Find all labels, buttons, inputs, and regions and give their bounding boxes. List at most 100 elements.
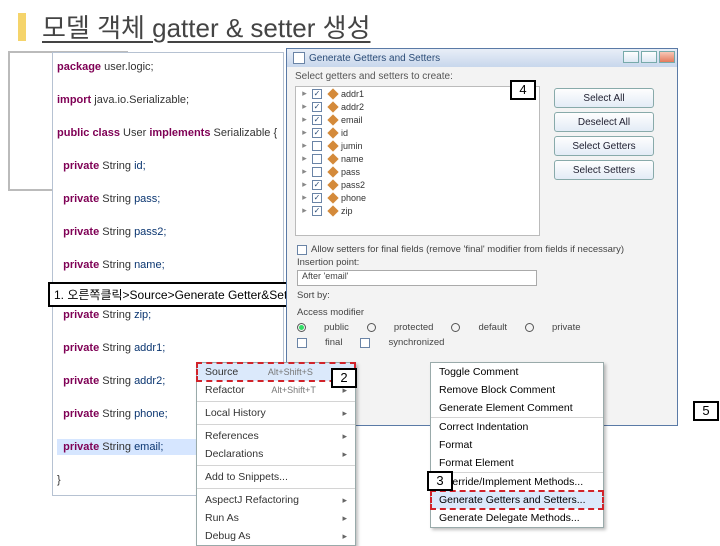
- radio-private[interactable]: [525, 323, 534, 332]
- field-zip: zip;: [134, 309, 151, 321]
- field-icon: [327, 88, 338, 99]
- field-row-email[interactable]: ▸email: [296, 113, 539, 126]
- expand-icon[interactable]: ▸: [300, 205, 309, 216]
- field-row-addr1[interactable]: ▸ addr1: [296, 87, 539, 100]
- minimize-button[interactable]: [623, 51, 639, 63]
- field-email: email;: [134, 441, 163, 453]
- field-row-jumin[interactable]: ▸ jumin: [296, 139, 539, 152]
- type9: String: [102, 408, 134, 420]
- field-checkbox[interactable]: [312, 128, 322, 138]
- dialog-titlebar[interactable]: Generate Getters and Setters: [287, 49, 677, 67]
- allow-final-label: Allow setters for final fields (remove '…: [311, 244, 624, 255]
- insertion-select[interactable]: After 'email': [297, 270, 537, 286]
- field-pass: pass;: [134, 193, 160, 205]
- submenu-format-element[interactable]: Format Element: [431, 454, 603, 472]
- field-name-label: name: [341, 154, 364, 164]
- type2: String: [102, 193, 134, 205]
- field-checkbox[interactable]: [312, 167, 322, 177]
- field-pass2: pass2;: [134, 226, 166, 238]
- field-icon: [327, 114, 338, 125]
- kw-import: import: [57, 94, 91, 106]
- expand-icon[interactable]: ▸: [300, 140, 309, 151]
- field-icon: [327, 140, 338, 151]
- label-default: default: [478, 322, 507, 333]
- source-submenu[interactable]: Toggle Comment Remove Block Comment Gene…: [430, 362, 604, 528]
- kw-private10: private: [63, 441, 102, 453]
- close-button[interactable]: [659, 51, 675, 63]
- field-checkbox[interactable]: [312, 180, 322, 190]
- radio-protected[interactable]: [367, 323, 376, 332]
- expand-icon[interactable]: ▸: [300, 88, 309, 99]
- menu-sep4: [197, 488, 355, 489]
- expand-icon[interactable]: ▸: [300, 153, 309, 164]
- submenu-gen-delegate[interactable]: Generate Delegate Methods...: [431, 509, 603, 527]
- field-checkbox[interactable]: [312, 89, 322, 99]
- expand-icon[interactable]: ▸: [300, 179, 309, 190]
- field-checkbox[interactable]: [312, 193, 322, 203]
- field-row-phone[interactable]: ▸ phone: [296, 191, 539, 204]
- expand-icon[interactable]: ▸: [300, 101, 309, 112]
- menu-decl-label: Declarations: [205, 448, 263, 460]
- radio-public[interactable]: [297, 323, 306, 332]
- menu-source-kbs: Alt+Shift+S: [268, 367, 313, 377]
- field-checkbox[interactable]: [312, 115, 322, 125]
- menu-refactor-label: Refactor: [205, 384, 245, 396]
- insertion-value: After 'email': [298, 271, 348, 281]
- menu-dbg-label: Debug As: [205, 530, 251, 542]
- menu-aspectj[interactable]: AspectJ Refactoring▸: [197, 491, 355, 509]
- class-name: User: [123, 127, 146, 139]
- submenu-correct-indent[interactable]: Correct Indentation: [431, 418, 603, 436]
- menu-debug-as[interactable]: Debug As▸: [197, 527, 355, 545]
- submenu-gen-comment[interactable]: Generate Element Comment: [431, 399, 603, 417]
- submenu-remove-block[interactable]: Remove Block Comment: [431, 381, 603, 399]
- field-name-label: addr1: [341, 89, 364, 99]
- field-row-zip[interactable]: ▸zip: [296, 204, 539, 217]
- select-getters-button[interactable]: Select Getters: [554, 136, 654, 156]
- access-modifiers: public protected default private: [297, 322, 667, 333]
- maximize-button[interactable]: [641, 51, 657, 63]
- menu-local-history[interactable]: Local History▸: [197, 404, 355, 422]
- field-row-pass2[interactable]: ▸ pass2: [296, 178, 539, 191]
- field-checklist[interactable]: ▸addr1▸addr2▸email▸id▸jumin▸name▸pass▸pa…: [295, 86, 540, 236]
- final-checkbox[interactable]: [297, 338, 307, 348]
- field-name-label: phone: [341, 193, 366, 203]
- submenu-gen-getset[interactable]: Generate Getters and Setters...: [431, 491, 603, 509]
- menu-references[interactable]: References▸: [197, 427, 355, 445]
- type8: String: [102, 375, 134, 387]
- menu-add-snippets[interactable]: Add to Snippets...: [197, 468, 355, 486]
- radio-default[interactable]: [451, 323, 460, 332]
- field-name-label: pass2: [341, 180, 365, 190]
- menu-declarations[interactable]: Declarations▸: [197, 445, 355, 463]
- deselect-all-button[interactable]: Deselect All: [554, 112, 654, 132]
- field-row-name[interactable]: ▸ name: [296, 152, 539, 165]
- menu-run-label: Run As: [205, 512, 239, 524]
- select-setters-button[interactable]: Select Setters: [554, 160, 654, 180]
- menu-sep2: [197, 424, 355, 425]
- allow-final-checkbox[interactable]: [297, 245, 307, 255]
- field-row-pass[interactable]: ▸pass: [296, 165, 539, 178]
- menu-run-as[interactable]: Run As▸: [197, 509, 355, 527]
- sortby-label: Sort by:: [297, 290, 330, 301]
- submenu-toggle-comment[interactable]: Toggle Comment: [431, 363, 603, 381]
- field-icon: [327, 205, 338, 216]
- select-all-button[interactable]: Select All: [554, 88, 654, 108]
- expand-icon[interactable]: ▸: [300, 114, 309, 125]
- type4: String: [102, 259, 134, 271]
- field-checkbox[interactable]: [312, 154, 322, 164]
- expand-icon[interactable]: ▸: [300, 166, 309, 177]
- field-name-label: jumin: [341, 141, 363, 151]
- field-checkbox[interactable]: [312, 206, 322, 216]
- field-name-label: id: [341, 128, 348, 138]
- sync-checkbox[interactable]: [360, 338, 370, 348]
- submenu-override[interactable]: Override/Implement Methods...: [431, 473, 603, 491]
- field-icon: [327, 153, 338, 164]
- expand-icon[interactable]: ▸: [300, 192, 309, 203]
- field-row-id[interactable]: ▸ id: [296, 126, 539, 139]
- submenu-format[interactable]: Format: [431, 436, 603, 454]
- field-row-addr2[interactable]: ▸addr2: [296, 100, 539, 113]
- editor-context-menu[interactable]: SourceAlt+Shift+S▸ RefactorAlt+Shift+T▸ …: [196, 362, 356, 546]
- field-checkbox[interactable]: [312, 141, 322, 151]
- title-accent: [18, 13, 26, 41]
- expand-icon[interactable]: ▸: [300, 127, 309, 138]
- field-checkbox[interactable]: [312, 102, 322, 112]
